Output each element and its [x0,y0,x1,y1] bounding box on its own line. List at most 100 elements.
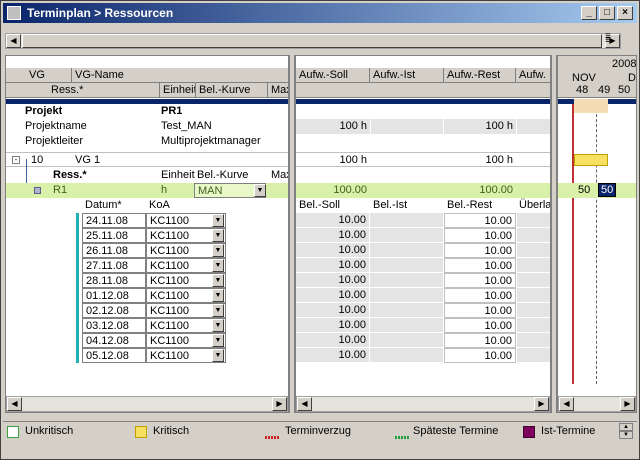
resource-name[interactable]: R1 [50,183,67,198]
detail-bel-rest[interactable]: 10.00 [444,273,516,288]
chevron-down-icon[interactable]: ▼ [254,184,266,197]
detail-bel-ist[interactable] [370,318,443,333]
detail-bel-rest[interactable]: 10.00 [444,258,516,273]
detail-bel-rest[interactable]: 10.00 [444,213,516,228]
chevron-down-icon[interactable]: ▼ [212,304,224,317]
detail-date[interactable]: 25.11.08 [82,228,146,243]
detail-row[interactable]: 05.12.08 KC1100 ▼ [6,348,288,363]
resource-row[interactable]: R1 h MAN ▼ [6,183,288,198]
detail-date[interactable]: 04.12.08 [82,333,146,348]
detail-bel-rest[interactable]: 10.00 [444,288,516,303]
detail-bel-rest[interactable]: 10.00 [444,348,516,363]
detail-date[interactable]: 01.12.08 [82,288,146,303]
chevron-down-icon[interactable]: ▼ [212,244,224,257]
resource-soll[interactable]: 100.00 [296,183,370,198]
detail-row[interactable]: 26.11.08 KC1100 ▼ [6,243,288,258]
scroll-left-icon[interactable]: ◀ [559,397,574,411]
detail-bel-ist[interactable] [370,273,443,288]
scroll-right-icon[interactable]: ▶ [620,397,635,411]
detail-bel-rest[interactable]: 10.00 [444,333,516,348]
detail-bel-rest[interactable]: 10.00 [444,303,516,318]
project-leader-value: Multiprojektmanager [161,135,261,147]
detail-bel-rest[interactable]: 10.00 [444,243,516,258]
chevron-down-icon[interactable]: ▼ [212,319,224,332]
chevron-down-icon[interactable]: ▼ [212,349,224,362]
detail-row[interactable]: 03.12.08 KC1100 ▼ [6,318,288,333]
mid-horizontal-scrollbar[interactable]: ◀ ▶ [296,396,550,412]
detail-row[interactable]: 01.12.08 KC1100 ▼ [6,288,288,303]
scroll-left-icon[interactable]: ◀ [297,397,312,411]
detail-bel-ist[interactable] [370,228,443,243]
detail-bel-soll: 10.00 [296,273,369,288]
deadline-line [596,104,597,384]
col-max[interactable]: Max [268,83,288,98]
project-leader-row[interactable]: Projektleiter Multiprojektmanager [6,134,288,149]
col-ress[interactable]: Ress.* [48,83,160,98]
vg-row[interactable]: - 10 VG 1 [6,152,288,167]
top-horizontal-scrollbar[interactable]: ◀ ▶ [5,33,621,49]
col-vg[interactable]: VG [26,68,72,83]
detail-bel-ist[interactable] [370,303,443,318]
detail-row[interactable]: 24.11.08 KC1100 ▼ [6,213,288,228]
resource-week50-value[interactable]: 50 [598,183,617,197]
detail-date[interactable]: 05.12.08 [82,348,146,363]
detail-date[interactable]: 28.11.08 [82,273,146,288]
project-leader-label: Projektleiter [25,135,84,147]
detail-row[interactable]: 25.11.08 KC1100 ▼ [6,228,288,243]
project-row[interactable]: Projekt PR1 [6,104,288,119]
chevron-down-icon[interactable]: ▼ [212,289,224,302]
detail-bel-ist[interactable] [370,333,443,348]
col-aufw-soll[interactable]: Aufw.-Soll [296,68,370,83]
detail-bel-ist[interactable] [370,258,443,273]
window-title: Terminplan > Ressourcen [27,6,174,20]
scroll-left-icon[interactable]: ◀ [7,397,22,411]
legend-ist-termine: Ist-Termine [541,425,596,437]
detail-bel-ist[interactable] [370,243,443,258]
scroll-left-icon[interactable]: ◀ [6,34,21,48]
resource-unit[interactable]: h [158,183,167,198]
chevron-down-icon[interactable]: ▼ [212,229,224,242]
col-aufw-rest[interactable]: Aufw.-Rest [444,68,516,83]
legend-scroll-up-icon[interactable]: ▲ [619,423,633,431]
detail-row[interactable]: 28.11.08 KC1100 ▼ [6,273,288,288]
minimize-button[interactable]: _ [581,6,597,20]
col-vg-name[interactable]: VG-Name [72,68,288,83]
legend-scroll-down-icon[interactable]: ▼ [619,431,633,439]
detail-date[interactable]: 24.11.08 [82,213,146,228]
detail-date[interactable]: 26.11.08 [82,243,146,258]
resource-week49-value[interactable]: 50 [578,184,590,196]
detail-row[interactable]: 02.12.08 KC1100 ▼ [6,303,288,318]
chevron-down-icon[interactable]: ▼ [212,259,224,272]
scroll-right-icon[interactable]: ▶ [272,397,287,411]
collapse-icon[interactable]: - [12,156,20,164]
left-horizontal-scrollbar[interactable]: ◀ ▶ [6,396,288,412]
detail-bel-ist[interactable] [370,213,443,228]
project-bar[interactable] [574,99,608,113]
detail-row[interactable]: 27.11.08 KC1100 ▼ [6,258,288,273]
close-button[interactable]: × [617,6,633,20]
project-name-row[interactable]: Projektname Test_MAN [6,119,288,134]
detail-date[interactable]: 03.12.08 [82,318,146,333]
col-bel-kurve[interactable]: Bel.-Kurve [196,83,268,98]
detail-bel-ist[interactable] [370,348,443,363]
col-aufw-ist[interactable]: Aufw.-Ist [370,68,444,83]
col-einheit[interactable]: Einheit [160,83,196,98]
scroll-right-icon[interactable]: ▶ [534,397,549,411]
detail-bel-ist[interactable] [370,288,443,303]
col-aufw[interactable]: Aufw. [516,68,550,83]
vg-bar-critical[interactable] [574,154,608,166]
detail-row[interactable]: 04.12.08 KC1100 ▼ [6,333,288,348]
gantt-horizontal-scrollbar[interactable]: ◀ ▶ [558,396,636,412]
maximize-button[interactable]: □ [599,6,615,20]
scroll-thumb[interactable] [22,34,602,48]
chevron-down-icon[interactable]: ▼ [212,274,224,287]
resource-rest[interactable]: 100.00 [444,183,516,198]
detail-bel-rest[interactable]: 10.00 [444,318,516,333]
chevron-down-icon[interactable]: ▼ [212,334,224,347]
timeline-year: 2008 [612,58,637,70]
menu-icon[interactable]: ≡ ≡ [605,32,619,47]
chevron-down-icon[interactable]: ▼ [212,214,224,227]
detail-date[interactable]: 02.12.08 [82,303,146,318]
detail-date[interactable]: 27.11.08 [82,258,146,273]
detail-bel-rest[interactable]: 10.00 [444,228,516,243]
